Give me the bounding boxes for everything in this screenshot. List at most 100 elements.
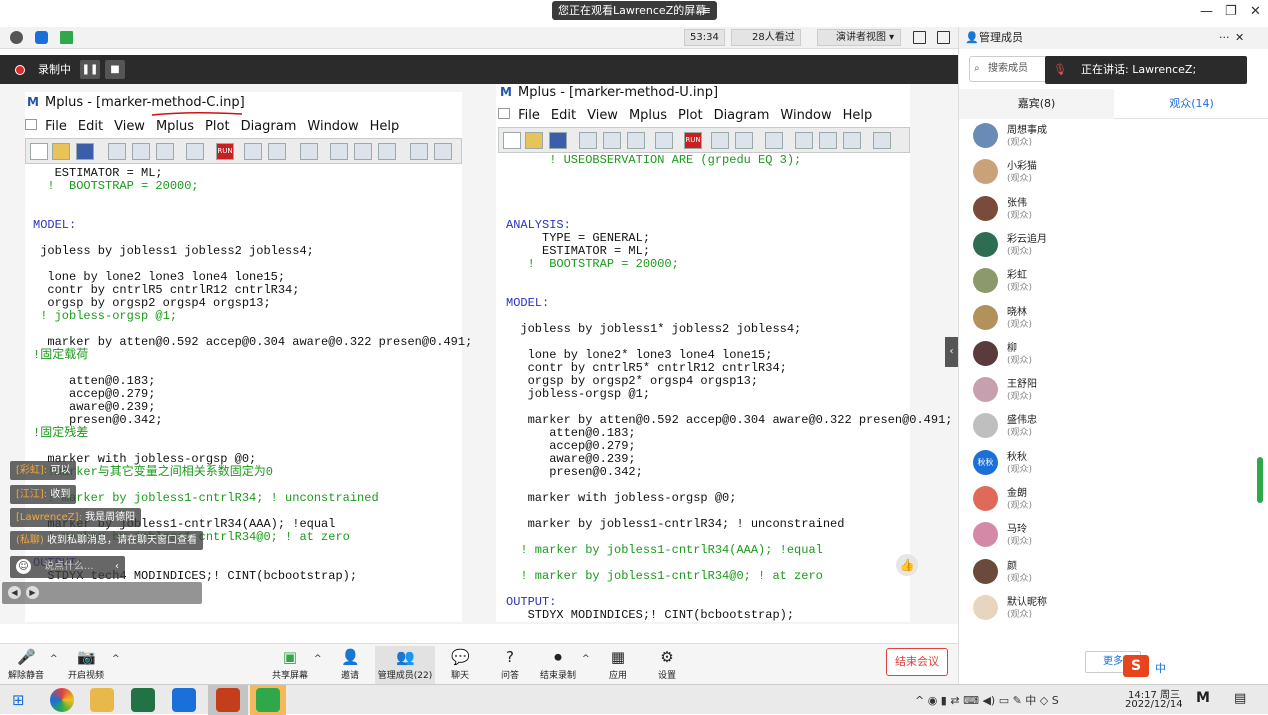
line-icon[interactable] xyxy=(795,132,813,149)
info-tool-icon[interactable] xyxy=(378,143,396,160)
restore-button[interactable]: ❐ xyxy=(1225,4,1237,19)
save-icon[interactable] xyxy=(549,132,567,149)
menu-view[interactable]: View xyxy=(587,108,618,123)
arrow-icon[interactable] xyxy=(354,143,372,160)
open-icon[interactable] xyxy=(525,132,543,149)
menu-help[interactable]: Help xyxy=(370,119,400,134)
manage-members-button[interactable]: 👥 管理成员(22) xyxy=(375,646,435,684)
settings-button[interactable]: ⚙ 设置 xyxy=(637,646,697,684)
print-icon[interactable] xyxy=(655,132,673,149)
photos-icon[interactable] xyxy=(172,688,196,712)
signal-icon[interactable] xyxy=(60,31,73,44)
search-member-input[interactable]: ⌕ 搜索成员 xyxy=(969,56,1049,82)
wechat-taskbar-item[interactable] xyxy=(250,685,286,715)
copy-icon[interactable] xyxy=(603,132,621,149)
graph-icon[interactable] xyxy=(300,143,318,160)
cut-icon[interactable] xyxy=(579,132,597,149)
menu-diagram[interactable]: Diagram xyxy=(714,108,770,123)
menu-file[interactable]: File xyxy=(45,119,67,134)
collapse-panel-button[interactable]: ‹ xyxy=(945,337,958,367)
chevron-left-icon[interactable]: ‹ xyxy=(115,556,119,578)
tab-audience[interactable]: 观众(14) xyxy=(1114,89,1268,119)
view-mode-select[interactable]: 演讲者视图 ▾ xyxy=(817,29,901,46)
menu-window[interactable]: Window xyxy=(780,108,831,123)
forward-icon[interactable] xyxy=(434,143,452,160)
windows-start-icon[interactable]: ⊞ xyxy=(12,691,25,709)
run-icon[interactable]: RUN xyxy=(216,143,234,160)
shield-icon[interactable] xyxy=(35,31,48,44)
plot2-icon[interactable] xyxy=(735,132,753,149)
close-window-button[interactable]: ✕ xyxy=(1250,4,1261,19)
menu-view[interactable]: View xyxy=(114,119,145,134)
member-role: (观众) xyxy=(1007,501,1033,511)
menu-plot[interactable]: Plot xyxy=(205,119,230,134)
graph-icon[interactable] xyxy=(765,132,783,149)
open-icon[interactable] xyxy=(52,143,70,160)
notification-icon[interactable]: ▤ xyxy=(1234,691,1246,706)
stop-recording-button[interactable]: ■ xyxy=(105,60,125,79)
prev-icon[interactable]: ◀ xyxy=(8,586,21,599)
plot-icon[interactable] xyxy=(244,143,262,160)
next-icon[interactable]: ▶ xyxy=(26,586,39,599)
excel-icon[interactable] xyxy=(131,688,155,712)
invite-button[interactable]: 👤 邀请 xyxy=(320,646,380,684)
thumbs-up-icon[interactable]: 👍 xyxy=(896,554,918,576)
plot2-icon[interactable] xyxy=(268,143,286,160)
tab-guests[interactable]: 嘉宾(8) xyxy=(959,89,1114,119)
scrollbar-thumb[interactable] xyxy=(1257,457,1263,503)
save-icon[interactable] xyxy=(76,143,94,160)
attended-count[interactable]: 28人看过 xyxy=(731,29,801,46)
code-editor-right[interactable]: ! USEOBSERVATION ARE (grpedu EQ 3); ANALY… xyxy=(506,154,952,622)
run-icon[interactable]: RUN xyxy=(684,132,702,149)
stop-recording-toolbar-button[interactable]: ⏺ 结束录制 xyxy=(528,646,588,684)
new-file-icon[interactable] xyxy=(30,143,48,160)
ime-mode[interactable]: 中 xyxy=(1155,660,1166,676)
bar-chart-icon[interactable] xyxy=(410,143,428,160)
arrow-icon[interactable] xyxy=(819,132,837,149)
menu-file[interactable]: File xyxy=(518,108,540,123)
menu-diagram[interactable]: Diagram xyxy=(241,119,297,134)
powerpoint-taskbar-item[interactable] xyxy=(208,685,248,715)
share-screen-button[interactable]: ▣ 共享屏幕 xyxy=(260,646,320,684)
chevron-up-icon[interactable]: ^ xyxy=(112,654,120,664)
new-file-icon[interactable] xyxy=(503,132,521,149)
info-tool-icon[interactable] xyxy=(843,132,861,149)
paste-icon[interactable] xyxy=(627,132,645,149)
info-icon[interactable] xyxy=(10,31,23,44)
close-panel-icon[interactable]: ✕ xyxy=(1235,27,1244,49)
chrome-icon[interactable] xyxy=(50,688,74,712)
start-video-button[interactable]: 📷 开启视频 xyxy=(56,646,116,684)
more-options-icon[interactable]: ··· xyxy=(1219,27,1230,49)
system-tray[interactable]: ^ ◉ ▮ ⇄ ⌨ ◀) ▭ ✎ 中 ◇ S xyxy=(915,692,1059,708)
menu-icon[interactable]: ≡ xyxy=(702,1,711,20)
menu-plot[interactable]: Plot xyxy=(678,108,703,123)
cut-icon[interactable] xyxy=(108,143,126,160)
unmute-button[interactable]: 🎤 解除静音 xyxy=(0,646,56,684)
pause-recording-button[interactable]: ❚❚ xyxy=(80,60,100,79)
sogou-ime-icon[interactable]: S xyxy=(1123,655,1149,677)
line-icon[interactable] xyxy=(330,143,348,160)
copy-icon[interactable] xyxy=(132,143,150,160)
menu-edit[interactable]: Edit xyxy=(551,108,576,123)
panel-toggle-icon[interactable] xyxy=(937,31,950,44)
menu-help[interactable]: Help xyxy=(843,108,873,123)
fullscreen-icon[interactable] xyxy=(913,31,926,44)
plot-icon[interactable] xyxy=(711,132,729,149)
end-meeting-button[interactable]: 结束会议 xyxy=(886,648,948,676)
scroll-control[interactable]: ◀ ▶ xyxy=(2,582,202,604)
chat-input[interactable]: ☺ 说点什么... ‹ xyxy=(10,556,125,578)
emoji-icon[interactable]: ☺ xyxy=(16,559,31,574)
bar-chart-icon[interactable] xyxy=(873,132,891,149)
print-icon[interactable] xyxy=(186,143,204,160)
menu-edit[interactable]: Edit xyxy=(78,119,103,134)
folder-icon[interactable] xyxy=(90,688,114,712)
minimize-button[interactable]: — xyxy=(1200,4,1213,19)
chat-message[interactable]: (私聊) 收到私聊消息，请在聊天窗口查看 xyxy=(10,531,203,550)
paste-icon[interactable] xyxy=(156,143,174,160)
menu-mplus[interactable]: Mplus xyxy=(156,119,194,134)
screen-share-notice[interactable]: 您正在观看LawrenceZ的屏幕 ≡ xyxy=(552,1,717,20)
menu-window[interactable]: Window xyxy=(307,119,358,134)
menu-mplus[interactable]: Mplus xyxy=(629,108,667,123)
code-line: presen@0.342; xyxy=(33,413,163,427)
app-tray-icon[interactable]: M xyxy=(1196,690,1210,706)
